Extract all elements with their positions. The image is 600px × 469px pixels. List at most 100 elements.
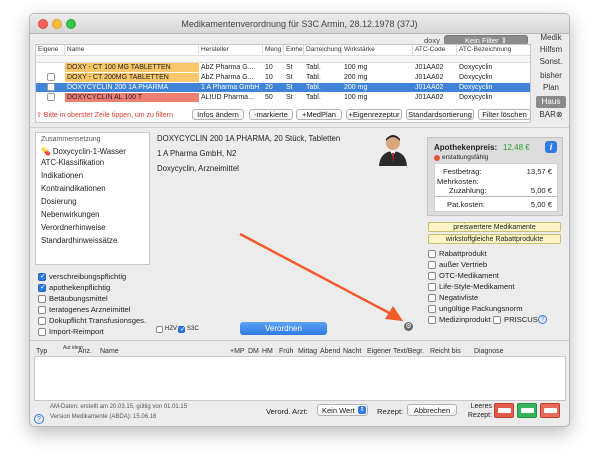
eigene-checkbox[interactable] [47,73,55,81]
help-icon[interactable]: ? [538,315,547,324]
prescription-list[interactable] [34,356,566,401]
section-item[interactable]: Indikationen [41,171,83,180]
verord-arzt-select[interactable]: Kein Wert ⇕ [317,404,368,416]
section-item[interactable]: Nebenwirkungen [41,210,100,219]
verschreibungspflichtig-checkbox [38,272,46,281]
row-darreichung: Tabl. [306,64,321,71]
col-name[interactable]: Name [65,45,199,55]
row-name: DOXY - CT 100 MG TABLETTEN [65,63,199,72]
standardsortierung-button[interactable]: Standardsortierung [406,109,474,120]
table-row[interactable]: DOXYCYCLIN AL 100 T ALIUD Pharma... 50 S… [36,93,530,102]
divider [30,340,569,341]
row-menge: 10 [265,74,273,81]
rezept-rot-button[interactable] [494,403,514,418]
rx-col-reicht[interactable]: Reicht bis [430,348,461,355]
packungsnorm-label: ungültige Packungsnorm [439,304,523,313]
rx-col-name[interactable]: Name [100,348,119,355]
rezept-label: Rezept: [377,407,404,416]
preiswertere-medikamente-button[interactable]: preiswertere Medikamente [428,222,561,232]
medplan-button[interactable]: +MedPlan [296,109,342,120]
filter-hint: ⇧ Bitte in oberster Zeile tippen, um zu … [36,112,173,119]
rx-col-abend[interactable]: Abend [320,348,340,355]
doctor-icon [379,135,407,166]
section-item[interactable]: Kontraindikationen [41,184,106,193]
rx-col-hm[interactable]: HM [262,348,273,355]
filter-input-row[interactable] [36,55,530,63]
rx-col-aut-idem[interactable]: Aut idem [63,346,83,351]
s3c-checkbox[interactable] [178,325,186,333]
rx-col-anz[interactable]: Anz. [78,348,92,355]
sidebar-item-bisher[interactable]: bisher [533,70,569,82]
sidebar-item-hilfsm[interactable]: Hilfsm [533,44,569,56]
rx-col-typ[interactable]: Typ [36,348,47,355]
rezept-privat-button[interactable] [540,403,560,418]
row-staerke: 200 mg [344,84,368,91]
otc-label: OTC-Medikament [439,271,499,280]
patkosten-value: 5,00 € [530,200,552,209]
eigene-checkbox[interactable] [47,83,55,91]
row-bez: Doxycyclin [459,64,493,71]
hzv-checkbox[interactable] [156,326,163,333]
festbetrag-label: Festbetrag: [443,167,482,176]
section-item[interactable]: Dosierung [41,197,77,206]
col-hersteller[interactable]: Hersteller [199,45,263,55]
sidebar-item-haus[interactable]: Haus [536,96,566,108]
sidebar-item-plan[interactable]: Plan [533,82,569,94]
eigene-checkbox[interactable] [47,93,55,101]
section-title: Zusammensetzung [41,136,101,143]
rezept-gruen-button[interactable] [517,403,537,418]
medizinprodukt-label: Medizinprodukt [439,315,491,324]
col-menge[interactable]: Meng [263,45,284,55]
section-item[interactable]: Verordnerhinweise [41,223,106,232]
row-einheit: St [286,64,293,71]
section-item[interactable]: Standardhinweissätze [41,236,117,245]
table-row[interactable]: DOXY - CT 100 MG TABLETTEN AbZ Pharma G.… [36,63,530,72]
chevron-updown-icon: ⇕ [358,406,366,414]
negativliste-label: Negativliste [439,293,479,302]
info-icon[interactable]: i [545,141,557,153]
infos-aendern-button[interactable]: Infos ändern [192,109,244,120]
import-reimport-checkbox [38,328,46,336]
table-row-selected[interactable]: DOXYCYCLIN 200 1A PHARMA 1 A Pharma GmbH… [36,83,530,92]
rx-col-frueh[interactable]: Früh [279,348,293,355]
priscus-checkbox [493,316,501,324]
col-einheit[interactable]: Einhei [284,45,304,55]
row-name: DOXYCYCLIN 200 1A PHARMA [67,84,169,91]
erstattung-dot-icon [434,155,440,161]
row-einheit: St [286,94,293,101]
filter-loeschen-button[interactable]: Filter löschen [478,109,531,120]
rx-col-eigener[interactable]: Eigener Text/Begr. [367,348,424,355]
eigenrezeptur-button[interactable]: +Eigenrezeptur [346,109,402,120]
rezept-label-2: Rezept: [467,412,492,419]
lifestyle-label: Life-Style-Medikament [439,282,515,291]
sidebar-item-sonst[interactable]: Sonst. [533,56,569,68]
rx-col-diagnose[interactable]: Diagnose [474,348,504,355]
markierte-button[interactable]: -markierte [249,109,293,120]
table-row[interactable]: DOXY - CT 200MG TABLETTEN AbZ Pharma G..… [36,73,530,82]
wirkstoffgleiche-rabattprodukte-button[interactable]: wirkstoffgleiche Rabattprodukte [428,234,561,244]
section-item[interactable]: ATC-Klassifikation [41,158,104,167]
abbrechen-button[interactable]: Abbrechen [407,404,457,416]
rx-col-mittag[interactable]: Mittag [298,348,317,355]
col-wirkstaerke[interactable]: Wirkstärke [342,45,413,55]
detail-line-1: DOXYCYCLIN 200 1A PHARMA, 20 Stück, Tabl… [157,134,341,143]
sidebar-item-medik[interactable]: Medik [533,32,569,44]
section-item[interactable]: 💊 Doxycyclin-1-Wasser [41,147,126,156]
col-atc-code[interactable]: ATC-Code [413,45,457,55]
col-darreichung[interactable]: Darreichung [304,45,342,55]
col-atc-bezeichnung[interactable]: ATC-Bezeichnung [457,45,530,55]
kein-wert-label: Kein Wert [322,406,355,415]
row-hersteller: AbZ Pharma G... [201,64,254,71]
apothekenpflichtig-checkbox [38,283,46,292]
row-hersteller: AbZ Pharma G... [201,74,254,81]
rx-col-mp[interactable]: +MP [230,348,245,355]
price-panel: Apothekenpreis: 12,48 € i erstattungsfäh… [427,137,563,216]
rx-col-dm[interactable]: DM [248,348,259,355]
s3c-label: S3C [187,326,199,332]
col-eigene[interactable]: Eigene [36,45,65,55]
rx-col-nacht[interactable]: Nacht [343,348,361,355]
help-icon[interactable]: ? [34,414,44,424]
row-darreichung: Tabl. [306,84,321,91]
zuzahlung-label: Zuzahlung: [449,186,487,195]
sidebar-item-bar[interactable]: BAR⊗ [533,109,569,121]
